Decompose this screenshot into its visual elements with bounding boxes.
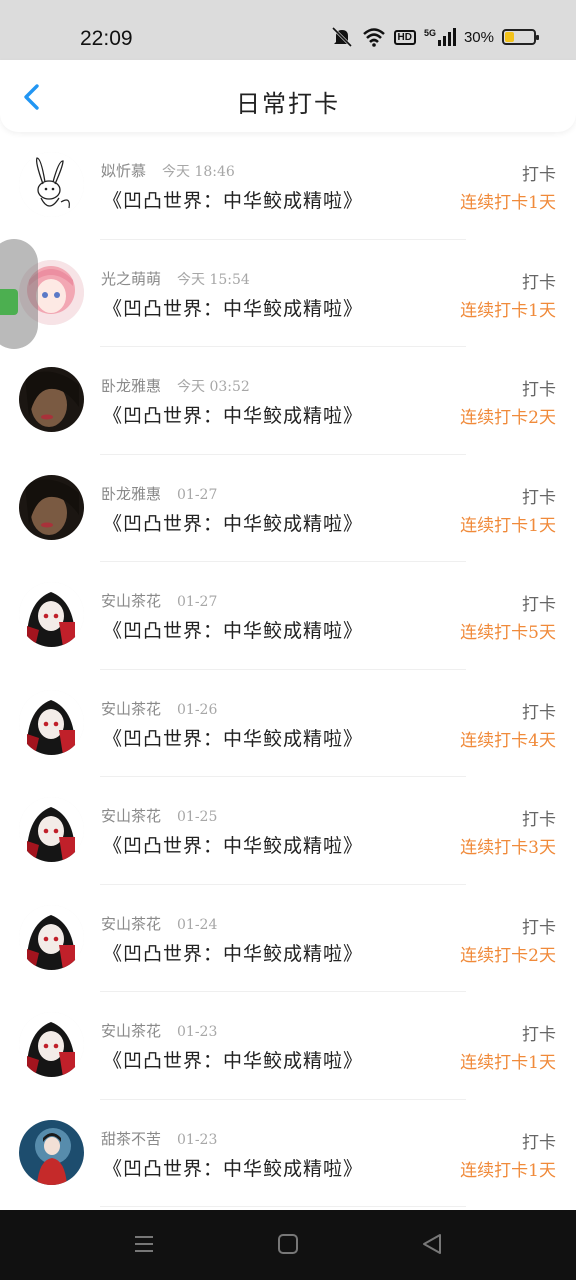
list-item[interactable]: 安山茶花 01-23 《凹凸世界：中华鲛成精啦》 打卡连续打卡1天: [0, 992, 576, 1100]
chat-bubble-icon: [0, 289, 18, 315]
list-item[interactable]: 卧龙雅惠 今天 03:52 《凹凸世界：中华鲛成精啦》 打卡连续打卡2天: [0, 347, 576, 455]
book-title[interactable]: 《凹凸世界：中华鲛成精啦》: [103, 724, 363, 751]
app-header: 日常打卡: [0, 60, 576, 132]
user-meta: 安山茶花 01-26: [101, 698, 217, 719]
checkin-action-label: 打卡: [522, 380, 556, 400]
page-title: 日常打卡: [236, 90, 340, 118]
streak-label: 连续打卡1天: [460, 300, 556, 321]
checkin-action-label: 打卡: [522, 1132, 556, 1153]
user-name[interactable]: 甜茶不苦: [101, 1130, 161, 1148]
streak-label: 连续打卡3天: [460, 838, 556, 858]
checkin-action-label: 打卡: [522, 917, 556, 938]
checkin-time: 01-27: [177, 486, 218, 503]
user-name[interactable]: 安山茶花: [101, 592, 161, 610]
checkin-time: 01-23: [177, 1024, 218, 1040]
status-icons: HD 5G 30%: [330, 26, 539, 48]
menu-icon[interactable]: [132, 1232, 156, 1256]
status-bar: 22:09 HD 5G 30%: [0, 0, 576, 60]
checkin-time: 今天 18:46: [162, 164, 235, 180]
user-meta: 安山茶花 01-25: [101, 805, 217, 826]
checkin-action-label: 打卡: [522, 702, 556, 723]
checkin-action-label: 打卡: [522, 487, 556, 508]
hd-badge: HD: [393, 29, 416, 45]
user-meta: 卧龙雅惠 01-27: [101, 483, 217, 504]
checkin-time: 今天 15:54: [177, 271, 250, 288]
checkin-action-label: 打卡: [522, 165, 556, 185]
floating-assist-button[interactable]: [0, 239, 38, 349]
user-name[interactable]: 安山茶花: [101, 807, 161, 825]
avatar[interactable]: [19, 689, 84, 755]
checkin-time: 今天 03:52: [177, 379, 250, 395]
signal-5g-icon: 5G: [424, 28, 456, 46]
book-title[interactable]: 《凹凸世界：中华鲛成精啦》: [103, 939, 363, 966]
list-item[interactable]: 光之萌萌 今天 15:54 《凹凸世界：中华鲛成精啦》 打卡连续打卡1天: [0, 240, 576, 347]
avatar[interactable]: [19, 367, 84, 432]
user-name[interactable]: 安山茶花: [101, 915, 161, 933]
user-name[interactable]: 安山茶花: [101, 700, 161, 718]
streak-label: 连续打卡2天: [460, 408, 556, 428]
user-meta: 光之萌萌 今天 15:54: [101, 268, 250, 289]
mute-bell-icon: [331, 26, 352, 48]
signal-label: 5G: [423, 28, 436, 38]
book-title[interactable]: 《凹凸世界：中华鲛成精啦》: [103, 1046, 363, 1073]
user-meta: 安山茶花 01-23: [101, 1020, 217, 1041]
user-meta: 卧龙雅惠 今天 03:52: [101, 375, 250, 396]
book-title[interactable]: 《凹凸世界：中华鲛成精啦》: [103, 1154, 363, 1181]
avatar[interactable]: [19, 1012, 84, 1077]
book-title[interactable]: 《凹凸世界：中华鲛成精啦》: [103, 401, 363, 428]
battery-icon: [502, 29, 539, 45]
book-title[interactable]: 《凹凸世界：中华鲛成精啦》: [103, 616, 363, 643]
book-title[interactable]: 《凹凸世界：中华鲛成精啦》: [103, 186, 363, 213]
streak-label: 连续打卡1天: [460, 515, 556, 536]
book-title[interactable]: 《凹凸世界：中华鲛成精啦》: [103, 831, 363, 858]
checkin-time: 01-25: [177, 809, 218, 825]
user-meta: 甜茶不苦 01-23: [101, 1128, 217, 1149]
wifi-icon: [362, 28, 385, 47]
list-item[interactable]: 安山茶花 01-26 《凹凸世界：中华鲛成精啦》 打卡连续打卡4天: [0, 670, 576, 777]
avatar[interactable]: [19, 152, 84, 217]
streak-label: 连续打卡1天: [460, 193, 556, 213]
battery-percent: 30%: [463, 28, 494, 46]
user-name[interactable]: 光之萌萌: [101, 270, 161, 288]
status-time: 22:09: [80, 27, 133, 50]
checkin-time: 01-24: [177, 916, 218, 933]
checkin-time: 01-26: [177, 701, 218, 718]
system-nav-bar: [0, 1210, 576, 1280]
user-meta: 安山茶花 01-27: [101, 590, 217, 611]
avatar[interactable]: [19, 797, 84, 862]
streak-label: 连续打卡5天: [460, 623, 556, 643]
list-item[interactable]: 姒忻慕 今天 18:46 《凹凸世界：中华鲛成精啦》 打卡连续打卡1天: [0, 132, 576, 240]
checkin-action-label: 打卡: [522, 272, 556, 293]
avatar[interactable]: [19, 582, 84, 647]
user-name[interactable]: 姒忻慕: [101, 162, 146, 180]
user-meta: 安山茶花 01-24: [101, 913, 217, 934]
checkin-time: 01-23: [177, 1131, 218, 1148]
user-name[interactable]: 卧龙雅惠: [101, 377, 161, 395]
user-name[interactable]: 卧龙雅惠: [101, 485, 161, 503]
checkin-time: 01-27: [177, 594, 218, 610]
avatar[interactable]: [19, 474, 84, 540]
checkin-action-label: 打卡: [522, 810, 556, 830]
checkin-action-label: 打卡: [522, 595, 556, 615]
streak-label: 连续打卡1天: [460, 1160, 556, 1181]
list-item[interactable]: 安山茶花 01-27 《凹凸世界：中华鲛成精啦》 打卡连续打卡5天: [0, 562, 576, 670]
home-square-icon[interactable]: [276, 1232, 300, 1256]
divider: [100, 1206, 466, 1207]
streak-label: 连续打卡2天: [460, 945, 556, 966]
list-item[interactable]: 甜茶不苦 01-23 《凹凸世界：中华鲛成精啦》 打卡连续打卡1天: [0, 1100, 576, 1207]
avatar[interactable]: [19, 904, 84, 970]
checkin-list: 姒忻慕 今天 18:46 《凹凸世界：中华鲛成精啦》 打卡 连续打卡1天 光之萌萌 今天 1…: [0, 132, 576, 1207]
user-name[interactable]: 安山茶花: [101, 1022, 161, 1040]
back-triangle-icon[interactable]: [420, 1232, 444, 1256]
list-item[interactable]: 卧龙雅惠 01-27 《凹凸世界：中华鲛成精啦》 打卡连续打卡1天: [0, 455, 576, 562]
list-item[interactable]: 安山茶花 01-24 《凹凸世界：中华鲛成精啦》 打卡连续打卡2天: [0, 885, 576, 992]
streak-label: 连续打卡1天: [460, 1053, 556, 1073]
user-meta: 姒忻慕 今天 18:46: [101, 160, 235, 181]
book-title[interactable]: 《凹凸世界：中华鲛成精啦》: [103, 509, 363, 536]
list-item[interactable]: 安山茶花 01-25 《凹凸世界：中华鲛成精啦》 打卡连续打卡3天: [0, 777, 576, 885]
book-title[interactable]: 《凹凸世界：中华鲛成精啦》: [103, 294, 363, 321]
streak-label: 连续打卡4天: [460, 730, 556, 751]
avatar[interactable]: [19, 1119, 84, 1185]
checkin-action-label: 打卡: [522, 1025, 556, 1045]
